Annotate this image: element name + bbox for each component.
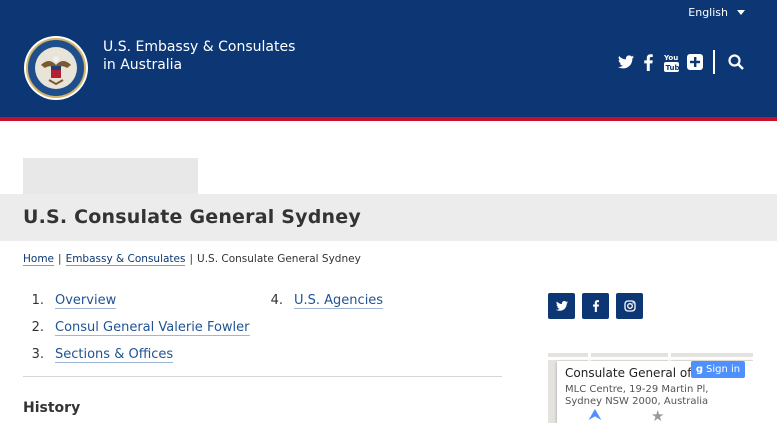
- facebook-icon: [592, 300, 599, 312]
- tab-placeholder: [23, 158, 198, 195]
- map-road: [548, 357, 753, 360]
- toc-number: 3.: [31, 347, 44, 362]
- embassy-seal-icon[interactable]: [23, 35, 89, 101]
- toc-number: 1.: [31, 293, 44, 308]
- section-divider: [23, 376, 502, 377]
- site-title-line1: U.S. Embassy & Consulates: [103, 39, 296, 55]
- toc-column-1: 1. Overview 2. Consul General Valerie Fo…: [23, 293, 250, 374]
- map-address-line1: MLC Centre, 19-29 Martin Pl,: [565, 384, 709, 395]
- breadcrumb-embassy-consulates[interactable]: Embassy & Consulates: [65, 253, 186, 266]
- search-icon[interactable]: [727, 51, 744, 73]
- history-heading: History: [23, 400, 81, 416]
- header-social-links: You Tube: [617, 50, 744, 74]
- google-plus-icon: g: [695, 364, 704, 375]
- map-signin-button[interactable]: g Sign in: [691, 361, 745, 378]
- sidebar-instagram-button[interactable]: [616, 293, 643, 319]
- map-signin-label: Sign in: [706, 364, 741, 375]
- language-label: English: [688, 6, 728, 19]
- toc-link-overview[interactable]: Overview: [55, 293, 117, 309]
- toc-number: 4.: [270, 293, 283, 308]
- instagram-icon: [623, 300, 636, 312]
- facebook-icon[interactable]: [640, 51, 657, 73]
- save-star-icon[interactable]: ★: [651, 407, 664, 423]
- header-stripe: [0, 117, 777, 121]
- toc-column-2: 4. U.S. Agencies: [262, 293, 384, 320]
- breadcrumb: Home | Embassy & Consulates | U.S. Consulate…: [23, 253, 361, 266]
- toc-item: 2. Consul General Valerie Fowler: [23, 320, 250, 347]
- svg-text:You: You: [664, 54, 678, 62]
- sidebar-facebook-button[interactable]: [582, 293, 609, 319]
- toc-item: 4. U.S. Agencies: [262, 293, 384, 320]
- toc-item: 3. Sections & Offices: [23, 347, 250, 374]
- site-title[interactable]: U.S. Embassy & Consulates in Australia: [103, 38, 295, 74]
- toc-link-us-agencies[interactable]: U.S. Agencies: [294, 293, 384, 309]
- youtube-icon[interactable]: You Tube: [663, 51, 680, 73]
- language-selector[interactable]: English: [688, 6, 745, 19]
- twitter-icon: [555, 301, 568, 311]
- toc-item: 1. Overview: [23, 293, 250, 320]
- header-separator: [713, 50, 715, 74]
- chevron-down-icon: [737, 10, 745, 15]
- sidebar-twitter-button[interactable]: [548, 293, 575, 319]
- toc-link-consul-general[interactable]: Consul General Valerie Fowler: [55, 320, 250, 336]
- toc-number: 2.: [31, 320, 44, 335]
- plus-icon[interactable]: [686, 51, 703, 73]
- page-title: U.S. Consulate General Sydney: [23, 206, 361, 228]
- site-title-line2: in Australia: [103, 57, 183, 73]
- breadcrumb-home[interactable]: Home: [23, 253, 55, 266]
- directions-icon[interactable]: ⮝: [589, 407, 601, 423]
- twitter-icon[interactable]: [617, 51, 634, 73]
- breadcrumb-current: U.S. Consulate General Sydney: [197, 253, 361, 265]
- toc-link-sections-offices[interactable]: Sections & Offices: [55, 347, 174, 363]
- svg-text:Tube: Tube: [666, 64, 680, 72]
